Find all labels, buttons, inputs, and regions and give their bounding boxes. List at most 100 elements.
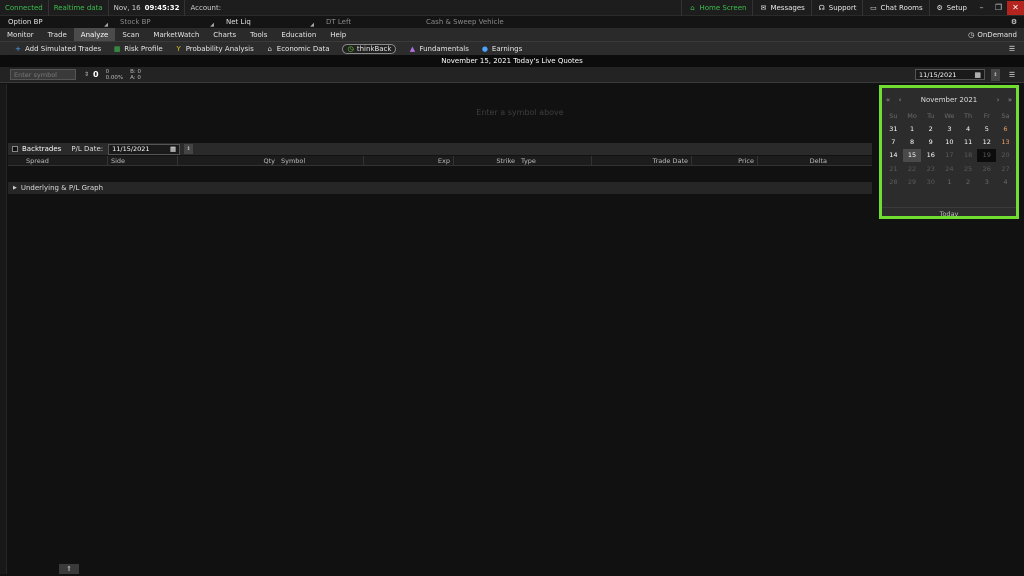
calendar-day: 24 — [945, 164, 954, 173]
col-symbol[interactable]: Symbol — [278, 155, 364, 166]
calendar-day[interactable]: 3 — [940, 122, 959, 135]
subtab-economic-data[interactable]: ⌂ Economic Data — [260, 42, 336, 56]
prev-year-icon[interactable]: « — [882, 96, 894, 104]
close-icon: ✕ — [1012, 3, 1019, 12]
menu-icon[interactable]: ☰ — [1008, 45, 1016, 53]
calendar-month-title[interactable]: November 2021 — [906, 96, 992, 104]
calendar-day[interactable]: 5 — [977, 122, 996, 135]
col-strike[interactable]: Strike — [454, 156, 518, 166]
account-selector[interactable]: Account: — [185, 0, 310, 16]
calendar-day[interactable]: 14 — [884, 149, 903, 162]
chat-rooms-button[interactable]: ▭ Chat Rooms — [862, 0, 928, 16]
calendar-day[interactable]: 9 — [921, 135, 940, 148]
calendar-icon[interactable]: ▦ — [170, 145, 176, 153]
cash-sweep[interactable]: Cash & Sweep Vehicle — [418, 16, 568, 28]
minimize-button[interactable]: – — [973, 1, 990, 15]
restore-button[interactable]: ❐ — [990, 1, 1007, 15]
col-trade-date[interactable]: Trade Date — [592, 155, 692, 166]
subtab-fundamentals[interactable]: ▲ Fundamentals — [402, 42, 474, 56]
subtab-add-simulated-trades[interactable]: + Add Simulated Trades — [8, 42, 107, 56]
next-month-icon[interactable]: › — [992, 96, 1004, 104]
calendar-day[interactable]: 12 — [977, 135, 996, 148]
subtab-risk-profile[interactable]: ▦ Risk Profile — [107, 42, 169, 56]
bottom-panel-toggle[interactable]: ⇑ — [59, 564, 79, 574]
qty-stepper-icon[interactable]: ⇕ — [84, 71, 89, 78]
symbol-input[interactable]: Enter symbol — [10, 69, 76, 80]
calendar-day[interactable]: 31 — [884, 122, 903, 135]
clock-time: 09:45:32 — [144, 3, 180, 12]
tab-monitor[interactable]: Monitor — [0, 28, 41, 41]
subtab-probability-analysis[interactable]: Y Probability Analysis — [169, 42, 260, 56]
date-banner: November 15, 2021 Today's Live Quotes — [0, 55, 1024, 67]
calendar-day: 21 — [889, 164, 898, 173]
support-button[interactable]: ☊ Support — [810, 0, 863, 16]
calendar-day: 2 — [966, 178, 971, 187]
next-year-icon[interactable]: » — [1004, 96, 1016, 104]
col-exp[interactable]: Exp — [364, 155, 454, 166]
calendar-day[interactable]: 7 — [884, 135, 903, 148]
pl-date-field[interactable]: 11/15/2021 ▦ — [108, 143, 181, 155]
calendar-day[interactable]: 2 — [921, 122, 940, 135]
clock-back-icon: ◷ — [347, 44, 354, 53]
tab-marketwatch[interactable]: MarketWatch — [146, 28, 206, 41]
tab-education[interactable]: Education — [274, 28, 323, 41]
tab-help[interactable]: Help — [323, 28, 353, 41]
col-delta[interactable]: Delta — [758, 156, 830, 166]
calendar-day[interactable]: 1 — [903, 122, 922, 135]
option-bp[interactable]: Option BP ◢ — [0, 16, 112, 28]
home-screen-button[interactable]: ⌂ Home Screen — [681, 0, 752, 16]
col-spread[interactable]: Spread — [8, 155, 108, 166]
calendar-day[interactable]: 6 — [996, 122, 1015, 135]
tab-tools[interactable]: Tools — [243, 28, 274, 41]
calendar-day[interactable]: 8 — [903, 135, 922, 148]
backtrades-toggle[interactable] — [12, 146, 18, 152]
col-qty[interactable]: Qty — [178, 156, 278, 166]
today-button[interactable]: Today — [882, 207, 1016, 219]
empty-state-message: Enter a symbol above — [476, 108, 564, 117]
close-button[interactable]: ✕ — [1007, 0, 1024, 15]
top-status-bar: Connected Realtime data Nov, 16 09:45:32… — [0, 0, 1024, 16]
calendar-day[interactable]: 11 — [959, 135, 978, 148]
pl-date-stepper[interactable]: ⇕ — [184, 144, 194, 154]
calendar-day[interactable]: 10 — [940, 135, 959, 148]
backtrades-column-headers: Spread Side Qty Symbol Exp Strike Type T… — [8, 155, 872, 166]
left-collapse-handle[interactable] — [0, 84, 7, 574]
gear-icon[interactable]: ⚙ — [1010, 18, 1018, 26]
date-stepper[interactable]: ⇕ — [991, 68, 1000, 81]
chat-icon: ▭ — [870, 3, 877, 12]
calendar-day: 25 — [963, 164, 973, 173]
underlying-graph-section[interactable]: ▶ Underlying & P/L Graph — [8, 182, 872, 194]
plus-icon: + — [15, 44, 21, 53]
stock-bp[interactable]: Stock BP ◢ — [112, 16, 218, 28]
envelope-icon: ✉ — [760, 3, 767, 12]
clock-icon: ◷ — [968, 30, 975, 39]
tab-charts[interactable]: Charts — [206, 28, 243, 41]
calendar-day: 17 — [945, 151, 954, 160]
bid-ask: B: 0 A: 0 — [130, 68, 141, 81]
subtab-thinkback[interactable]: ◷ thinkBack — [336, 42, 403, 56]
menu-icon[interactable]: ☰ — [1008, 71, 1016, 79]
ondemand-button[interactable]: ◷ OnDemand — [960, 28, 1024, 41]
calendar-day[interactable]: 16 — [921, 149, 940, 162]
calendar-day[interactable]: 13 — [996, 135, 1015, 148]
tab-analyze[interactable]: Analyze — [73, 28, 116, 41]
subtab-earnings[interactable]: ● Earnings — [475, 42, 528, 56]
col-price[interactable]: Price — [692, 155, 758, 166]
calendar-day-selected[interactable]: 15 — [902, 148, 922, 163]
calendar-day: 3 — [984, 178, 989, 187]
calendar-day: 26 — [982, 164, 991, 173]
net-liq[interactable]: Net Liq ◢ — [218, 16, 318, 28]
calendar-grid: Su Mo Tu We Th Fr Sa 31 1 2 3 4 5 6 7 8 … — [884, 112, 1015, 189]
col-side[interactable]: Side — [108, 155, 178, 166]
messages-button[interactable]: ✉ Messages — [752, 0, 810, 16]
col-type[interactable]: Type — [518, 155, 592, 166]
calendar-day[interactable]: 4 — [959, 122, 978, 135]
thinkback-date-field[interactable]: 11/15/2021 ▦ — [915, 69, 985, 80]
tab-trade[interactable]: Trade — [41, 28, 74, 41]
dow-label: We — [944, 112, 955, 120]
dt-left[interactable]: DT Left — [318, 16, 418, 28]
setup-button[interactable]: ⚙ Setup — [928, 0, 973, 16]
calendar-icon[interactable]: ▦ — [974, 71, 981, 79]
tab-scan[interactable]: Scan — [115, 28, 146, 41]
prev-month-icon[interactable]: ‹ — [894, 96, 906, 104]
